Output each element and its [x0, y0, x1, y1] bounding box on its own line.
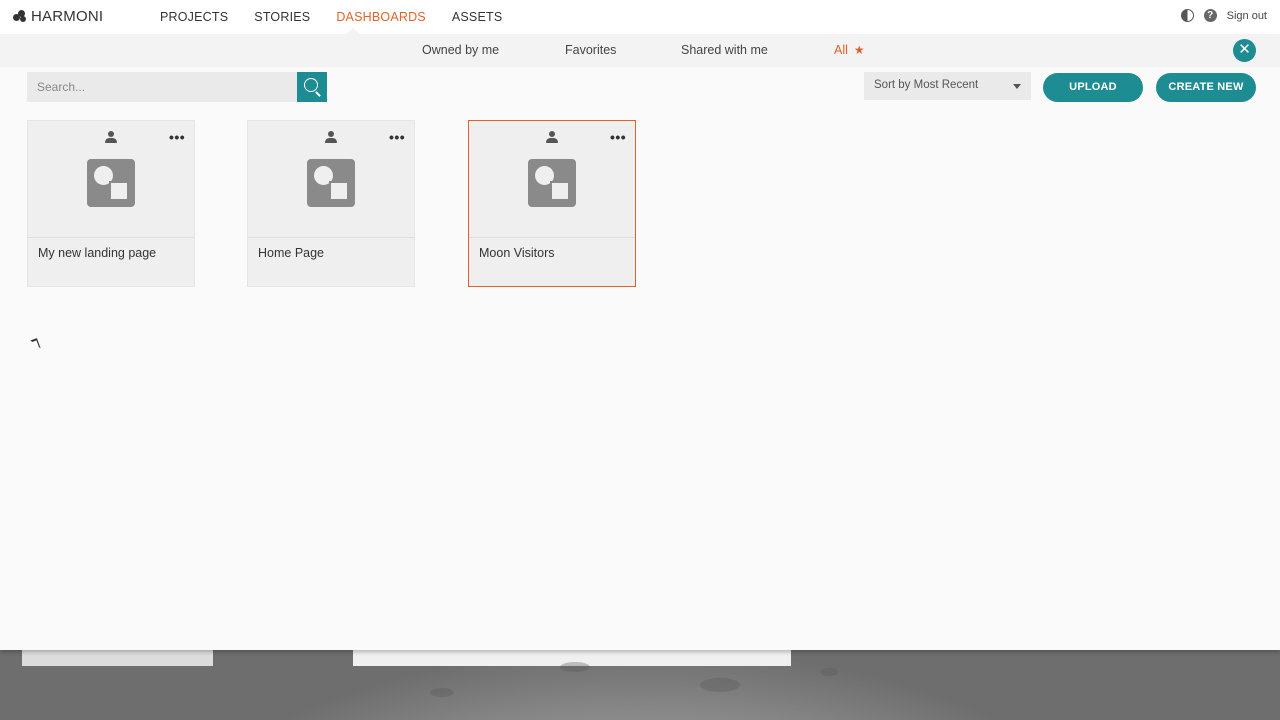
help-icon[interactable]: ? — [1203, 9, 1217, 22]
dashboard-card[interactable]: ••• My new landing page — [27, 120, 195, 287]
star-icon: ★ — [853, 43, 865, 57]
filter-bar: Owned by me Favorites Shared with me All… — [0, 34, 1280, 67]
sign-out-link[interactable]: Sign out — [1227, 10, 1267, 22]
moon-crater — [820, 668, 838, 676]
filter-owned-by-me[interactable]: Owned by me — [422, 43, 499, 57]
dashboard-card[interactable]: ••• Home Page — [247, 120, 415, 287]
moon-crater — [560, 662, 590, 672]
nav-dashboards[interactable]: DASHBOARDS — [336, 10, 426, 24]
search-bar — [27, 72, 327, 102]
more-options-icon[interactable]: ••• — [610, 130, 626, 144]
dashboard-title: Home Page — [258, 246, 325, 260]
moon-crater — [700, 678, 740, 692]
dashboard-placeholder-icon — [87, 159, 135, 207]
sort-dropdown[interactable]: Sort by Most Recent — [864, 72, 1031, 100]
sort-dropdown-label: Sort by Most Recent — [874, 79, 979, 91]
upload-button[interactable]: UPLOAD — [1043, 73, 1143, 102]
dashboard-thumbnail: ••• — [248, 121, 414, 238]
close-icon[interactable]: ✕ — [1233, 39, 1256, 62]
create-new-button[interactable]: CREATE NEW — [1156, 73, 1256, 102]
dashboard-title: My new landing page — [38, 246, 157, 260]
filter-shared-with-me[interactable]: Shared with me — [681, 43, 768, 57]
more-options-icon[interactable]: ••• — [169, 130, 185, 144]
search-input[interactable] — [27, 72, 297, 102]
nav-stories[interactable]: STORIES — [254, 10, 310, 24]
more-options-icon[interactable]: ••• — [389, 130, 405, 144]
dashboards-panel: HARMONI PROJECTS STORIES DASHBOARDS ASSE… — [0, 0, 1280, 650]
header-actions: ? Sign out — [1180, 9, 1267, 22]
nav-assets[interactable]: ASSETS — [452, 10, 503, 24]
filter-favorites[interactable]: Favorites — [565, 43, 616, 57]
main-nav: PROJECTS STORIES DASHBOARDS ASSETS — [160, 10, 528, 24]
dashboard-placeholder-icon — [528, 159, 576, 207]
dashboard-placeholder-icon — [307, 159, 355, 207]
chevron-down-icon — [1013, 84, 1021, 89]
logo-text: HARMONI — [31, 8, 104, 25]
search-icon-handle — [315, 91, 321, 97]
user-icon — [104, 131, 118, 145]
search-button[interactable] — [297, 72, 327, 102]
dashboard-title: Moon Visitors — [479, 246, 555, 260]
logo[interactable]: HARMONI — [13, 8, 103, 25]
background-strip — [22, 648, 213, 666]
dashboard-thumbnail: ••• — [469, 121, 635, 238]
contrast-icon[interactable] — [1180, 9, 1194, 22]
logo-icon — [13, 9, 29, 24]
search-icon — [304, 78, 318, 92]
dashboard-thumbnail: ••• — [28, 121, 194, 238]
user-icon — [545, 131, 559, 145]
user-icon — [324, 131, 338, 145]
dashboard-card[interactable]: ••• Moon Visitors — [468, 120, 636, 287]
filter-all[interactable]: All ★ — [834, 43, 865, 57]
filter-all-label: All — [834, 43, 848, 57]
nav-projects[interactable]: PROJECTS — [160, 10, 228, 24]
top-bar: HARMONI PROJECTS STORIES DASHBOARDS ASSE… — [0, 0, 1280, 34]
moon-crater — [430, 688, 454, 697]
background-image — [0, 648, 1280, 720]
